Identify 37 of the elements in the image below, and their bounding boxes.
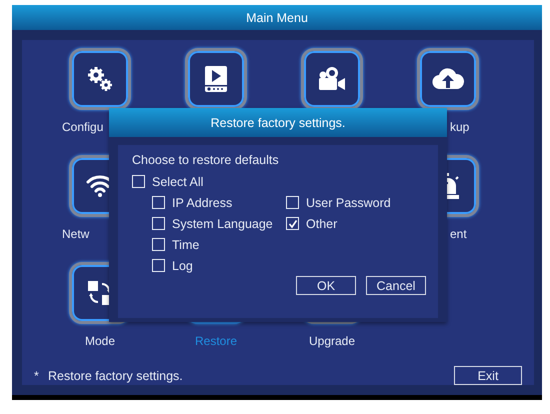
checkbox[interactable] bbox=[286, 196, 299, 209]
window-title: Main Menu bbox=[12, 5, 542, 30]
checkbox-label: Time bbox=[172, 238, 200, 252]
checkbox-label: Select All bbox=[152, 174, 204, 188]
checkbox[interactable] bbox=[132, 175, 145, 188]
menu-tile[interactable] bbox=[69, 48, 131, 110]
exit-button[interactable]: Exit bbox=[454, 366, 522, 385]
dialog-title: Restore factory settings. bbox=[109, 108, 447, 137]
tile-label: Restore bbox=[194, 334, 238, 348]
cloud-upload-icon bbox=[432, 67, 464, 91]
footer-note: Restore factory settings. bbox=[48, 368, 184, 382]
tile-label: kup bbox=[450, 120, 470, 134]
tile-label: Configu bbox=[62, 120, 104, 134]
tile-label: Mode bbox=[84, 334, 116, 348]
gears-icon bbox=[87, 66, 113, 92]
menu-tile[interactable] bbox=[301, 48, 363, 110]
checkbox-label: Other bbox=[306, 216, 338, 230]
checkbox-label: User Password bbox=[306, 196, 391, 210]
tile-label: Upgrade bbox=[308, 334, 356, 348]
video-camera-icon bbox=[317, 66, 347, 92]
checkbox[interactable] bbox=[152, 217, 165, 230]
menu-tile[interactable] bbox=[417, 48, 479, 110]
checkbox-label: Log bbox=[172, 258, 193, 272]
checkbox-label: IP Address bbox=[172, 196, 232, 210]
checkbox[interactable] bbox=[152, 259, 165, 272]
checkbox[interactable] bbox=[286, 217, 299, 230]
tile-label: Netw bbox=[62, 227, 90, 241]
checkbox-label: System Language bbox=[172, 216, 273, 230]
dialog-button[interactable]: OK bbox=[296, 276, 356, 295]
checkbox[interactable] bbox=[152, 196, 165, 209]
note-marker: * bbox=[34, 368, 40, 382]
menu-tile[interactable] bbox=[185, 48, 247, 110]
dialog-button[interactable]: Cancel bbox=[366, 276, 426, 295]
tile-label: ent bbox=[450, 227, 467, 241]
dialog-heading: Choose to restore defaults bbox=[132, 153, 280, 169]
checkbox[interactable] bbox=[152, 238, 165, 251]
video-player-icon bbox=[204, 65, 228, 93]
